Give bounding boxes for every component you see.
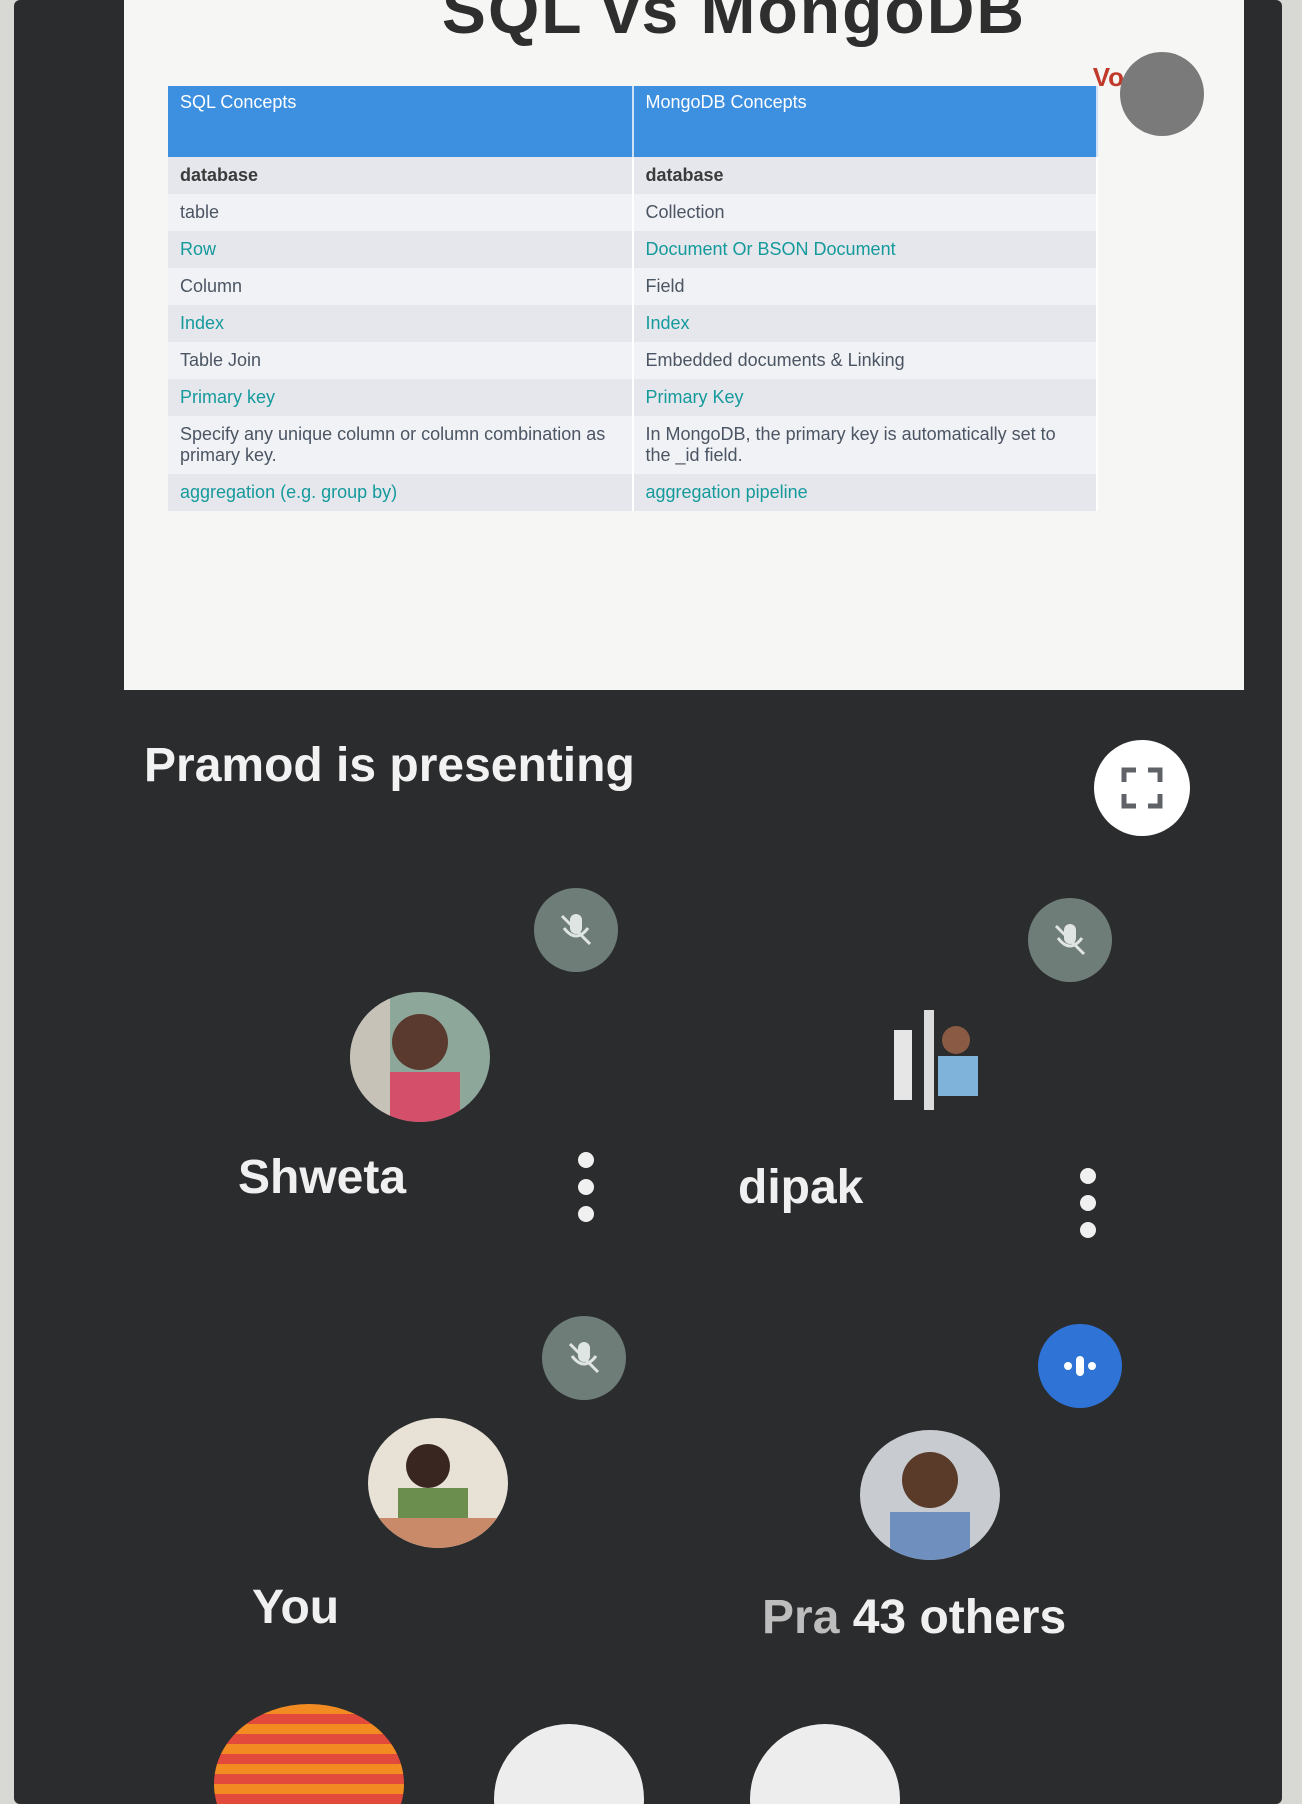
table-cell: Embedded documents & Linking [632, 342, 1098, 379]
table-cell: database [632, 157, 1098, 194]
concepts-table: SQL Concepts MongoDB Concepts database d… [168, 86, 1098, 511]
fullscreen-button[interactable] [1094, 740, 1190, 836]
avatar [350, 992, 490, 1122]
table-cell: aggregation pipeline [632, 474, 1098, 511]
speaking-indicator-icon [1038, 1324, 1122, 1408]
others-label[interactable]: Pra 43 others [762, 1590, 1066, 1645]
table-row: Specify any unique column or column comb… [168, 416, 1098, 474]
muted-mic-icon [542, 1316, 626, 1400]
table-cell: aggregation (e.g. group by) [168, 474, 634, 511]
table-row: Table Join Embedded documents & Linking [168, 342, 1098, 379]
participant-name: Shweta [238, 1151, 407, 1204]
fullscreen-icon [1121, 767, 1163, 809]
shared-slide: SQL vs MongoDB Vo SQL Concepts MongoDB C… [124, 0, 1244, 690]
table-cell: Table Join [168, 342, 634, 379]
slide-heading: SQL vs MongoDB [441, 0, 1027, 47]
table-cell: Row [168, 231, 634, 268]
presenter-logo-icon [1120, 52, 1204, 136]
chat-button[interactable] [494, 1724, 644, 1804]
participant-name: dipak [738, 1161, 864, 1214]
column-header-mongodb: MongoDB Concepts [632, 86, 1098, 157]
participant-name: Pra [762, 1591, 840, 1644]
avatar [860, 1430, 1000, 1560]
table-cell: Index [632, 305, 1098, 342]
muted-mic-icon [534, 888, 618, 972]
table-cell: In MongoDB, the primary key is automatic… [632, 416, 1098, 474]
participant-name: You [252, 1581, 340, 1634]
table-cell: Field [632, 268, 1098, 305]
others-count: 43 others [852, 1591, 1067, 1644]
table-cell: Primary key [168, 379, 634, 416]
avatar [874, 1000, 994, 1130]
presenting-banner: Pramod is presenting [144, 739, 635, 792]
avatar [368, 1418, 508, 1548]
table-cell: Document Or BSON Document [632, 231, 1098, 268]
self-avatar[interactable] [214, 1704, 404, 1804]
more-options-button[interactable] [576, 1152, 596, 1222]
table-row: Index Index [168, 305, 1098, 342]
table-cell: Collection [632, 194, 1098, 231]
table-cell: Index [168, 305, 634, 342]
table-row: Row Document Or BSON Document [168, 231, 1098, 268]
table-cell: table [168, 194, 634, 231]
muted-mic-icon [1028, 898, 1112, 982]
table-row: Column Field [168, 268, 1098, 305]
table-row: table Collection [168, 194, 1098, 231]
column-header-sql: SQL Concepts [168, 86, 634, 157]
table-cell: Specify any unique column or column comb… [168, 416, 634, 474]
more-options-button[interactable] [1078, 1168, 1098, 1238]
table-header-row: SQL Concepts MongoDB Concepts [168, 86, 1098, 157]
table-cell: Column [168, 268, 634, 305]
table-row: database database [168, 157, 1098, 194]
table-row: Primary key Primary Key [168, 379, 1098, 416]
mic-button[interactable] [750, 1724, 900, 1804]
table-row: aggregation (e.g. group by) aggregation … [168, 474, 1098, 511]
table-cell: Primary Key [632, 379, 1098, 416]
table-cell: database [168, 157, 634, 194]
meeting-screen: SQL vs MongoDB Vo SQL Concepts MongoDB C… [14, 0, 1282, 1804]
